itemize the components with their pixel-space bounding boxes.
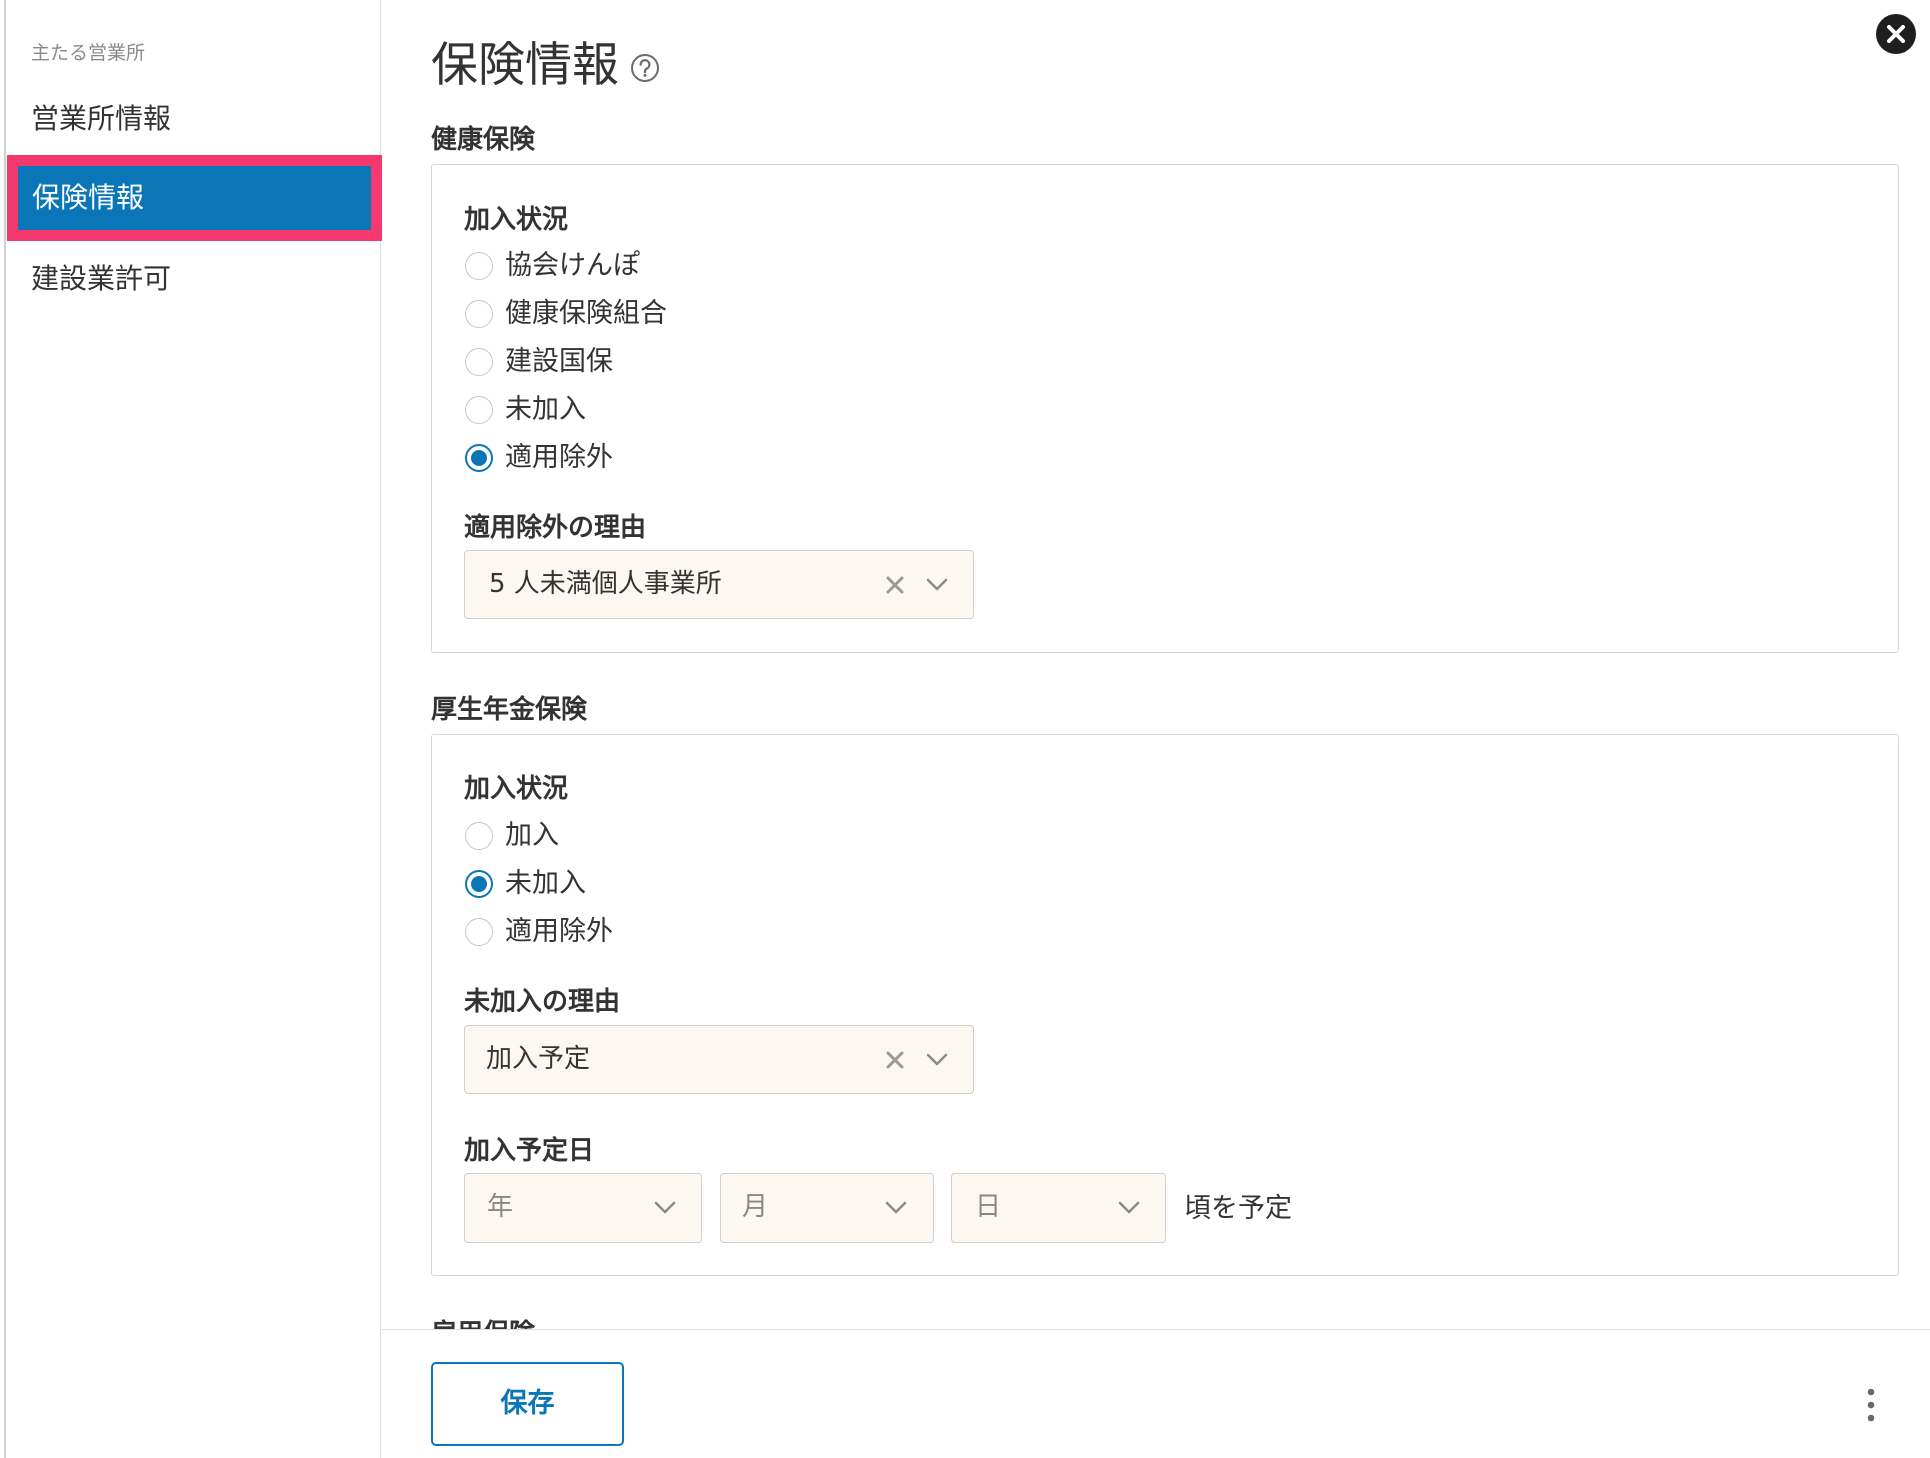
sidebar-edge-divider: [4, 0, 6, 1458]
sidebar-item-label: 保険情報: [32, 181, 145, 214]
day-select[interactable]: 日: [951, 1173, 1166, 1243]
radio-label: 協会けんぽ: [505, 250, 640, 281]
pension-enroll-date-label: 加入予定日: [464, 1136, 595, 1166]
year-placeholder: 年: [487, 1192, 514, 1222]
footer-bar: 保存: [382, 1329, 1930, 1458]
radio-label: 健康保険組合: [505, 298, 667, 329]
date-suffix-text: 頃を予定: [1184, 1193, 1292, 1224]
radio-label: 適用除外: [505, 916, 613, 947]
pension-not-enrolled-reason-select[interactable]: 加入予定: [464, 1025, 974, 1094]
chevron-down-icon[interactable]: [885, 1201, 907, 1215]
health-exemption-reason-select[interactable]: 5 人未満個人事業所: [464, 550, 974, 619]
help-circle-icon[interactable]: [629, 52, 661, 84]
radio-button[interactable]: [465, 444, 493, 472]
day-placeholder: 日: [975, 1192, 1002, 1222]
sidebar-item-construction-permit[interactable]: 建設業許可: [31, 259, 171, 299]
health-status-option[interactable]: 建設国保: [462, 342, 762, 382]
clear-icon[interactable]: [886, 1051, 904, 1069]
radio-button[interactable]: [465, 348, 493, 376]
chevron-down-icon[interactable]: [926, 578, 948, 592]
health-insurance-heading: 健康保険: [431, 125, 536, 155]
radio-label: 適用除外: [505, 442, 613, 473]
radio-label: 未加入: [505, 394, 586, 425]
pension-status-option[interactable]: 加入: [462, 816, 762, 856]
pension-status-option[interactable]: 適用除外: [462, 912, 762, 952]
radio-button[interactable]: [465, 870, 493, 898]
pension-insurance-heading: 厚生年金保険: [431, 695, 588, 725]
radio-button[interactable]: [465, 252, 493, 280]
more-vertical-icon[interactable]: [1861, 1386, 1881, 1424]
sidebar-item-insurance-info[interactable]: 保険情報: [7, 155, 382, 241]
pension-status-label: 加入状況: [464, 774, 569, 804]
radio-button[interactable]: [465, 918, 493, 946]
chevron-down-icon[interactable]: [926, 1053, 948, 1067]
month-select[interactable]: 月: [720, 1173, 934, 1243]
select-value: 5 人未満個人事業所: [489, 569, 722, 599]
close-icon[interactable]: [1876, 14, 1916, 54]
health-status-option[interactable]: 協会けんぽ: [462, 246, 762, 286]
health-status-option[interactable]: 健康保険組合: [462, 294, 762, 334]
radio-label: 建設国保: [505, 346, 613, 377]
radio-button[interactable]: [465, 822, 493, 850]
health-exemption-reason-label: 適用除外の理由: [464, 513, 647, 543]
health-status-label: 加入状況: [464, 205, 569, 235]
sidebar-item-office-info[interactable]: 営業所情報: [31, 99, 171, 139]
page-title: 保険情報: [431, 38, 619, 93]
radio-button[interactable]: [465, 300, 493, 328]
radio-label: 加入: [505, 820, 559, 851]
year-select[interactable]: 年: [464, 1173, 702, 1243]
select-value: 加入予定: [486, 1044, 591, 1074]
radio-label: 未加入: [505, 868, 586, 899]
chevron-down-icon[interactable]: [1118, 1201, 1140, 1215]
sidebar: 主たる営業所 営業所情報 保険情報 建設業許可: [0, 0, 382, 1458]
pension-status-option[interactable]: 未加入: [462, 864, 762, 904]
radio-button[interactable]: [465, 396, 493, 424]
health-status-option[interactable]: 適用除外: [462, 438, 762, 478]
month-placeholder: 月: [742, 1192, 769, 1222]
pension-not-enrolled-reason-label: 未加入の理由: [464, 987, 621, 1017]
clear-icon[interactable]: [886, 576, 904, 594]
save-button[interactable]: 保存: [431, 1362, 624, 1446]
chevron-down-icon[interactable]: [654, 1201, 676, 1215]
health-status-option[interactable]: 未加入: [462, 390, 762, 430]
sidebar-section-label: 主たる営業所: [31, 42, 146, 64]
